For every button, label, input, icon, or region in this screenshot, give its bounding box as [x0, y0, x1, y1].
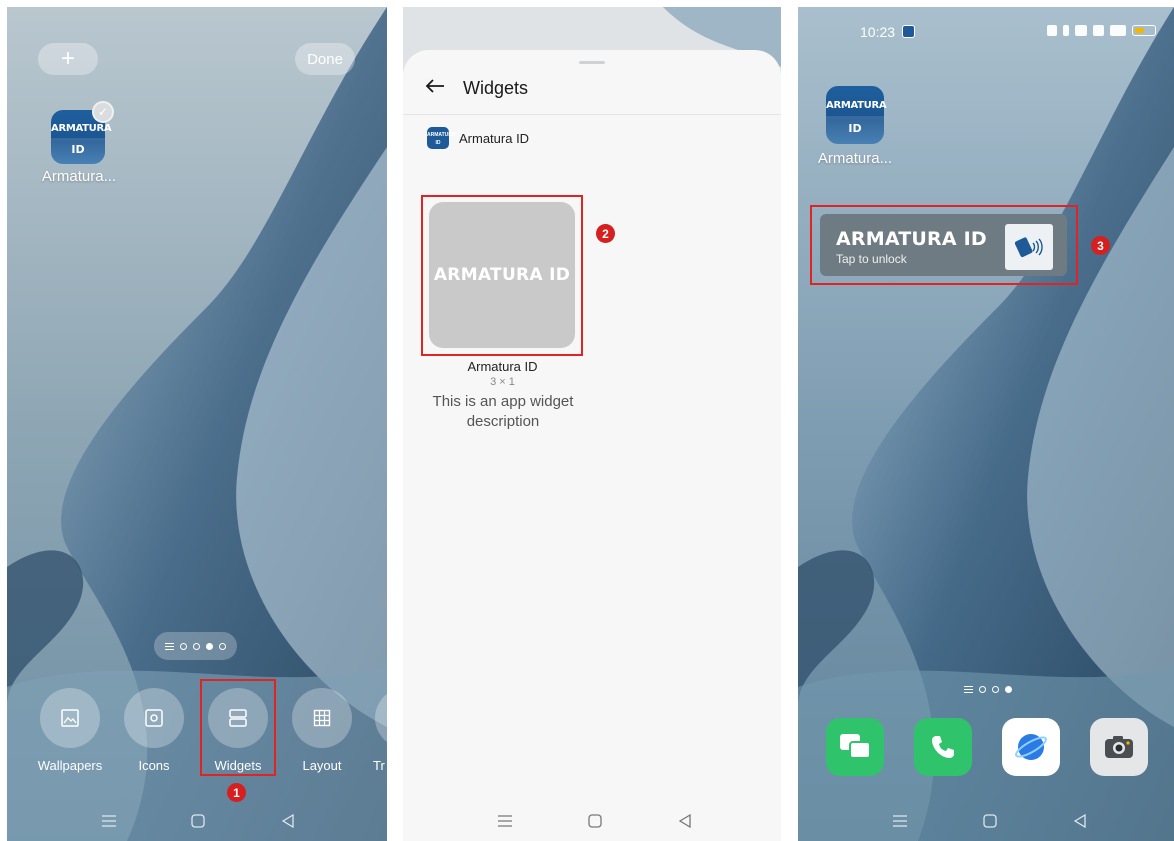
navigation-bar — [798, 811, 1174, 831]
phone-icon[interactable] — [914, 718, 972, 776]
back-icon[interactable] — [278, 811, 298, 831]
back-arrow-icon[interactable] — [425, 78, 445, 99]
page-dot — [180, 642, 187, 650]
sheet-header: Widgets — [425, 78, 528, 99]
armatura-mini-icon: ARMATURA ID — [427, 127, 456, 149]
highlight-box-widgets — [200, 679, 276, 776]
layout-label: Layout — [302, 758, 342, 773]
icons-option[interactable]: Icons — [116, 688, 192, 773]
done-label: Done — [307, 50, 343, 68]
provider-name: Armatura ID — [459, 130, 530, 146]
page-dot-active — [1005, 685, 1012, 693]
back-icon[interactable] — [1070, 811, 1090, 831]
navigation-bar — [7, 811, 387, 831]
widget-size: 3 × 1 — [490, 376, 515, 388]
divider — [403, 114, 781, 115]
grid-icon — [292, 688, 352, 748]
mini-icon-text-top: ARMATURA — [427, 132, 456, 138]
transition-icon — [375, 688, 387, 748]
page-indicator[interactable] — [958, 675, 1018, 703]
status-icons — [1047, 25, 1156, 36]
home-icon[interactable] — [188, 811, 208, 831]
notification-app-icon — [902, 25, 915, 38]
menu-icon[interactable] — [99, 811, 119, 831]
page-dot — [979, 685, 986, 693]
transition-label: Tr — [373, 758, 385, 773]
icon-style-icon — [124, 688, 184, 748]
icons-label: Icons — [138, 758, 170, 773]
signal-5g-icon — [1110, 25, 1126, 36]
home-screen-with-widget: 10:23 ARMATURA ID Armatura... ARMATURA I… — [798, 7, 1174, 841]
transition-option[interactable]: Tr — [367, 688, 387, 773]
armatura-app-icon[interactable]: ARMATURA ID — [826, 86, 887, 144]
wallpapers-option[interactable]: Wallpapers — [32, 688, 108, 773]
status-bar: 10:23 — [798, 24, 1174, 40]
done-button[interactable]: Done — [295, 43, 355, 75]
highlight-box-widget — [421, 195, 583, 356]
back-icon[interactable] — [675, 811, 695, 831]
camera-icon[interactable] — [1090, 718, 1148, 776]
page-list-icon — [165, 642, 174, 650]
app-icon-text-bottom: ID — [848, 122, 862, 135]
widgets-picker-screen: Widgets ARMATURA ID Armatura ID ARMATURA… — [403, 7, 781, 841]
sheet-title: Widgets — [463, 78, 529, 98]
app-label: Armatura... — [41, 168, 117, 185]
widget-name: Armatura ID — [467, 359, 538, 374]
app-icon-text-top: ARMATURA — [826, 100, 887, 111]
page-dot-active — [206, 642, 213, 650]
step-3-marker: 3 — [1091, 236, 1110, 255]
home-icon[interactable] — [980, 811, 1000, 831]
bluetooth-icon — [1063, 25, 1069, 36]
widget-description: This is an app widget description — [432, 393, 574, 430]
dock — [826, 718, 1152, 778]
widgets-sheet: Widgets ARMATURA ID Armatura ID ARMATURA… — [403, 50, 781, 841]
selected-check-icon[interactable]: ✓ — [92, 101, 114, 123]
highlight-box-widget — [810, 205, 1078, 285]
browser-icon[interactable] — [1002, 718, 1060, 776]
messages-icon[interactable] — [826, 718, 884, 776]
navigation-bar — [403, 811, 781, 831]
layout-option[interactable]: Layout — [284, 688, 360, 773]
app-icon-text-top: ARMATURA — [51, 123, 112, 134]
app-label: Armatura... — [817, 150, 893, 167]
step-2-marker: 2 — [596, 224, 615, 243]
app-icon-text-bottom: ID — [71, 143, 85, 156]
image-icon — [40, 688, 100, 748]
drag-handle[interactable] — [579, 61, 605, 64]
page-list-icon — [964, 685, 973, 693]
status-time: 10:23 — [860, 24, 896, 40]
menu-icon[interactable] — [495, 811, 515, 831]
page-dot — [992, 685, 999, 693]
page-indicator[interactable] — [154, 632, 237, 660]
signal-icon — [1093, 25, 1104, 36]
page-dot — [193, 642, 200, 650]
menu-icon[interactable] — [890, 811, 910, 831]
alarm-icon — [1047, 25, 1057, 36]
battery-icon — [1132, 25, 1156, 36]
home-icon[interactable] — [585, 811, 605, 831]
step-1-marker: 1 — [227, 783, 246, 802]
mini-icon-text-bottom: ID — [435, 140, 441, 146]
wallpapers-label: Wallpapers — [37, 758, 103, 773]
hd-icon — [1075, 25, 1087, 36]
provider-row: ARMATURA ID Armatura ID — [427, 127, 529, 149]
plus-icon: + — [60, 45, 75, 72]
edit-mode-screen: + Done ARMATURA ID ✓ Armatura... Wallpap… — [7, 7, 387, 841]
page-dot — [219, 642, 226, 650]
add-button[interactable]: + — [38, 43, 98, 75]
